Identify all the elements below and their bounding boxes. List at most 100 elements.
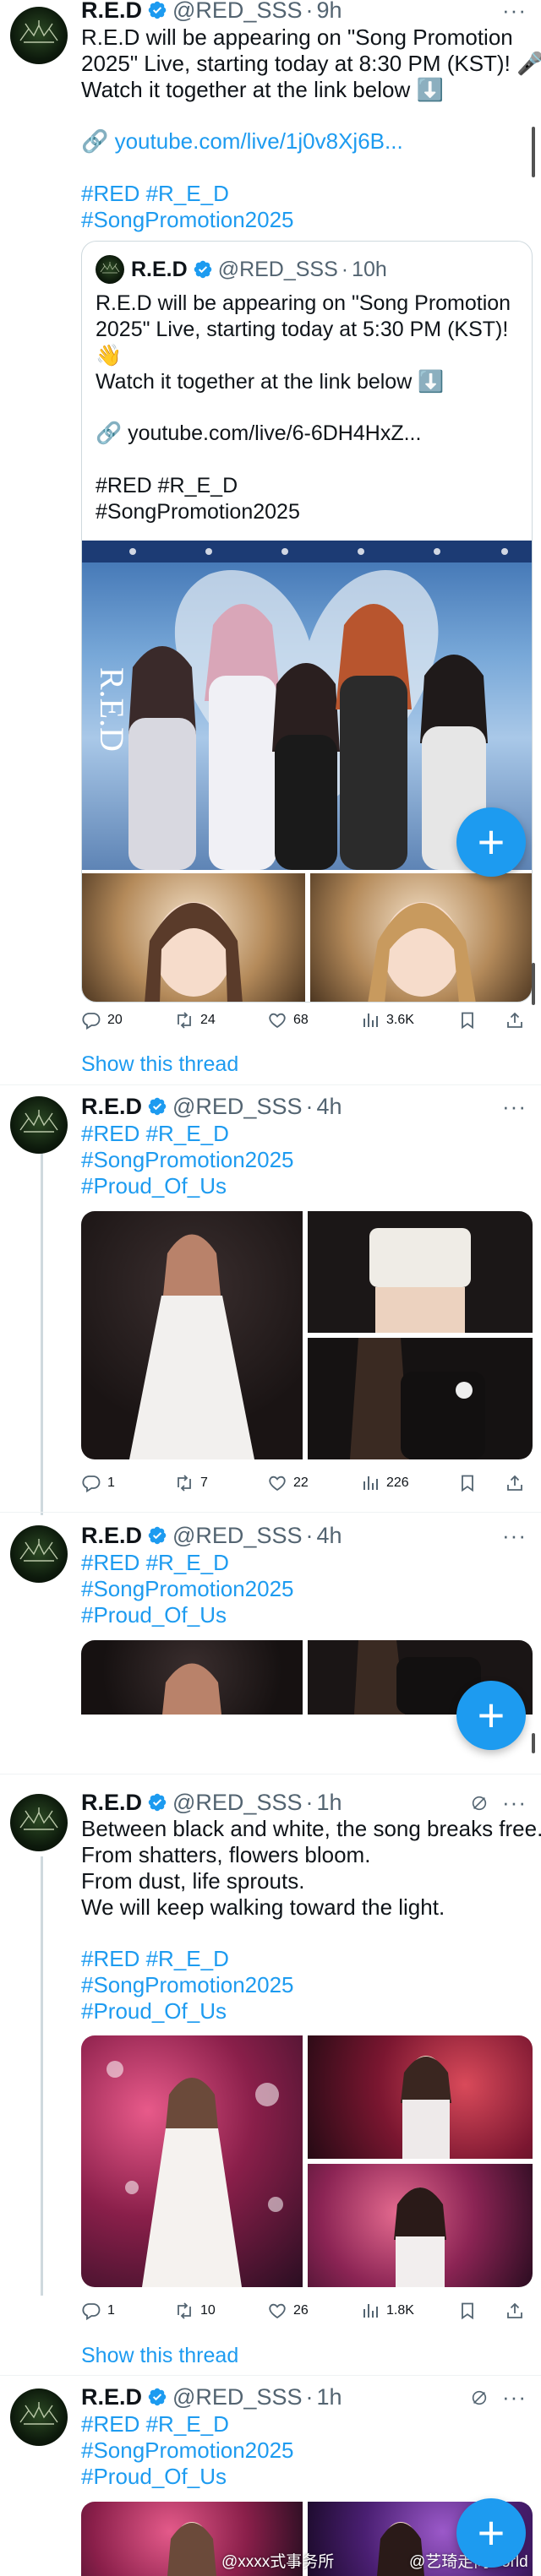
scrollbar[interactable] xyxy=(532,127,535,177)
like-button[interactable]: 68 xyxy=(267,1010,309,1030)
youtube-link[interactable]: 🔗 youtube.com/live/1j0v8Xj6B... xyxy=(81,128,403,155)
author-name[interactable]: R.E.D xyxy=(81,0,142,24)
timestamp[interactable]: 1h xyxy=(316,1789,342,1816)
views-count: 226 xyxy=(386,1475,409,1490)
stage-photo[interactable] xyxy=(308,2035,533,2159)
more-options-icon[interactable]: ··· xyxy=(502,1095,527,1117)
photo-art xyxy=(350,1338,485,1459)
author-handle[interactable]: @RED_SSS xyxy=(172,1093,302,1120)
timestamp[interactable]: 4h xyxy=(316,1522,342,1549)
hashtags[interactable]: #SongPromotion2025 xyxy=(81,2437,294,2464)
views-button[interactable]: 3.6K xyxy=(360,1010,414,1030)
verified-badge-icon xyxy=(193,259,213,280)
retweet-button[interactable]: 7 xyxy=(174,1473,208,1493)
hashtags[interactable]: #SongPromotion2025 xyxy=(81,1972,294,1998)
hashtags[interactable]: #RED #R_E_D xyxy=(81,2411,229,2437)
stage-photo[interactable] xyxy=(308,2164,533,2287)
like-button[interactable]: 26 xyxy=(267,2301,309,2321)
grok-icon[interactable] xyxy=(470,1794,489,1812)
author-handle[interactable]: @RED_SSS xyxy=(172,1789,302,1816)
reply-button[interactable]: 20 xyxy=(81,1010,123,1030)
photo-top-detail[interactable] xyxy=(308,1211,533,1333)
portrait-photo[interactable] xyxy=(310,873,532,1002)
author-handle[interactable]: @RED_SSS xyxy=(172,2383,302,2410)
retweet-count: 10 xyxy=(200,2303,216,2318)
thread-line xyxy=(41,1144,43,1515)
more-options-icon[interactable]: ··· xyxy=(502,0,527,21)
heart-icon xyxy=(267,1473,287,1493)
author-name[interactable]: R.E.D xyxy=(81,2383,142,2410)
compose-button[interactable]: + xyxy=(456,807,526,877)
reply-button[interactable]: 1 xyxy=(81,2301,115,2321)
author-handle[interactable]: @RED_SSS xyxy=(172,1522,302,1549)
verified-badge-icon xyxy=(147,1792,167,1812)
scrollbar[interactable] xyxy=(532,963,535,1005)
avatar[interactable] xyxy=(10,1794,68,1851)
quoted-tweet[interactable]: R.E.D @RED_SSS · 10h R.E.D will be appea… xyxy=(81,241,533,1003)
hashtags[interactable]: #RED #R_E_D xyxy=(81,1550,229,1576)
author-name[interactable]: R.E.D xyxy=(81,1522,142,1549)
divider xyxy=(0,2375,541,2376)
hashtags[interactable]: #Proud_Of_Us xyxy=(81,1173,227,1199)
separator: · xyxy=(305,1094,314,1119)
image-logo-text: R.E.D xyxy=(93,667,131,752)
share-button[interactable] xyxy=(505,2301,525,2321)
quote-avatar xyxy=(96,255,124,284)
timestamp[interactable]: 4h xyxy=(316,1093,342,1120)
reply-icon xyxy=(81,2301,101,2321)
scrollbar[interactable] xyxy=(532,1733,535,1753)
tweet-text-line: R.E.D will be appearing on "Song Promoti… xyxy=(81,24,513,50)
like-button[interactable]: 22 xyxy=(267,1473,309,1493)
timestamp[interactable]: 9h xyxy=(316,0,342,24)
avatar[interactable] xyxy=(10,7,68,64)
hashtags[interactable]: #SongPromotion2025 xyxy=(81,1576,294,1602)
retweet-icon xyxy=(174,1010,194,1030)
retweet-icon xyxy=(174,1473,194,1493)
hashtags[interactable]: #Proud_Of_Us xyxy=(81,1602,227,1628)
photo-portrait[interactable] xyxy=(81,1640,303,1715)
portrait-photo[interactable] xyxy=(82,873,305,1002)
bookmark-button[interactable] xyxy=(457,2301,478,2321)
more-options-icon[interactable]: ··· xyxy=(502,1791,527,1813)
author-handle[interactable]: @RED_SSS xyxy=(172,0,302,24)
quote-text-line: 👋 xyxy=(96,344,123,367)
reply-button[interactable]: 1 xyxy=(81,1473,115,1493)
hashtags[interactable]: #RED #R_E_D xyxy=(81,181,229,207)
photo-white-dress[interactable] xyxy=(81,1211,303,1459)
more-options-icon[interactable]: ··· xyxy=(502,1524,527,1546)
avatar[interactable] xyxy=(10,2389,68,2446)
stage-photo[interactable] xyxy=(81,2035,303,2287)
retweet-button[interactable]: 10 xyxy=(174,2301,216,2321)
hashtags[interactable]: #RED #R_E_D xyxy=(81,1946,229,1972)
more-options-icon[interactable]: ··· xyxy=(502,2386,527,2408)
hashtags[interactable]: #SongPromotion2025 xyxy=(81,1147,294,1173)
hashtags[interactable]: #RED #R_E_D xyxy=(81,1121,229,1147)
bookmark-button[interactable] xyxy=(457,1473,478,1493)
quote-text-line: 2025" Live, starting today at 5:30 PM (K… xyxy=(96,318,509,341)
compose-button[interactable]: + xyxy=(456,1681,526,1750)
like-count: 22 xyxy=(293,1475,309,1490)
photo-side[interactable] xyxy=(308,1338,533,1459)
avatar[interactable] xyxy=(10,1525,68,1583)
compose-button[interactable]: + xyxy=(456,2498,526,2568)
author-name[interactable]: R.E.D xyxy=(81,1789,142,1816)
show-thread-link[interactable]: Show this thread xyxy=(81,2344,238,2368)
views-button[interactable]: 226 xyxy=(360,1473,409,1493)
show-thread-link[interactable]: Show this thread xyxy=(81,1052,238,1077)
bookmark-button[interactable] xyxy=(457,1010,478,1030)
author-name[interactable]: R.E.D xyxy=(81,1093,142,1120)
reply-icon xyxy=(81,1473,101,1493)
retweet-icon xyxy=(174,2301,194,2321)
share-button[interactable] xyxy=(505,1010,525,1030)
grok-icon[interactable] xyxy=(470,2389,489,2407)
avatar[interactable] xyxy=(10,1096,68,1154)
reply-count: 1 xyxy=(107,2303,115,2318)
timestamp[interactable]: 1h xyxy=(316,2383,342,2410)
share-button[interactable] xyxy=(505,1473,525,1493)
views-button[interactable]: 1.8K xyxy=(360,2301,414,2321)
quote-text-line: Watch it together at the link below ⬇️ xyxy=(96,370,445,394)
hashtags[interactable]: #SongPromotion2025 xyxy=(81,207,294,233)
hashtags[interactable]: #Proud_Of_Us xyxy=(81,1998,227,2024)
retweet-button[interactable]: 24 xyxy=(174,1010,216,1030)
hashtags[interactable]: #Proud_Of_Us xyxy=(81,2464,227,2490)
